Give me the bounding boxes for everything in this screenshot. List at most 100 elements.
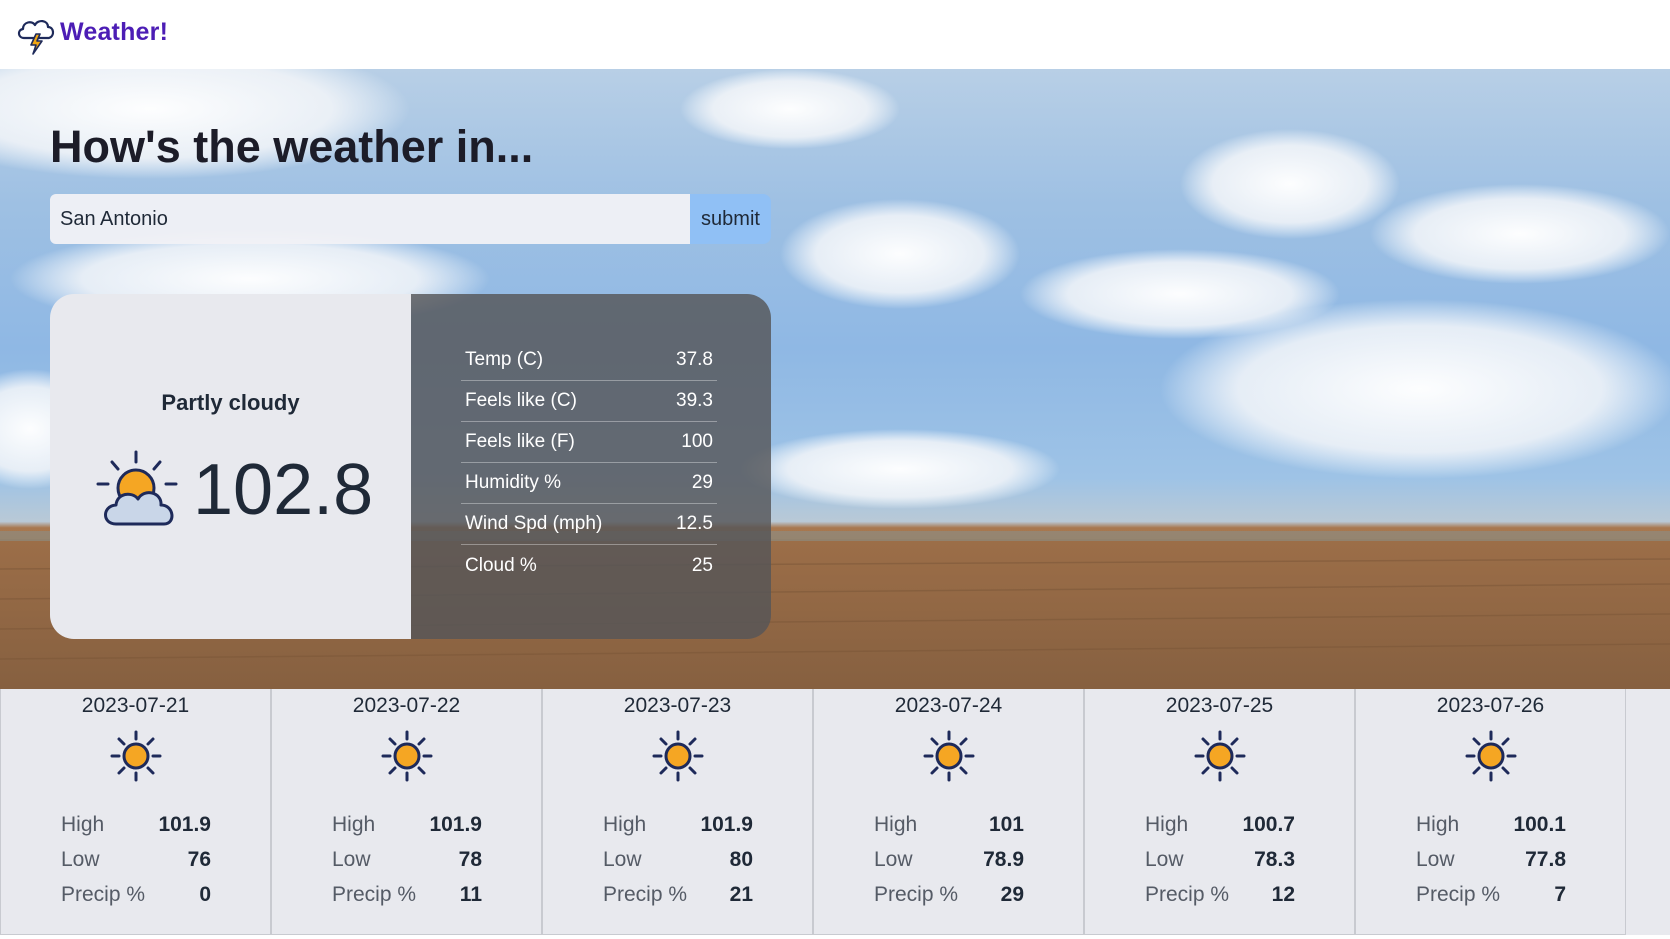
low-value: 77.8 [1525, 848, 1566, 871]
high-row: High 101 [874, 814, 1024, 835]
forecast-day-card: 2023-07-21 High 101.9 Low 76 Precip % 0 [0, 689, 271, 935]
high-label: High [603, 813, 647, 836]
stat-value: 25 [691, 554, 713, 576]
low-label: Low [603, 848, 642, 871]
current-weather-card: Partly cloudy 102.8 Temp (C) 37.8 Feels … [50, 294, 771, 639]
stat-label: Wind Spd (mph) [465, 513, 603, 534]
forecast-day-card: 2023-07-25 High 100.7 Low 78.3 Precip % … [1084, 689, 1355, 935]
precip-value: 11 [459, 883, 482, 906]
low-label: Low [61, 848, 100, 871]
precip-label: Precip % [874, 883, 959, 906]
forecast-date: 2023-07-22 [352, 694, 461, 717]
precip-row: Precip % 29 [874, 884, 1024, 905]
forecast-strip: 2023-07-21 High 101.9 Low 76 Precip % 0 … [0, 689, 1670, 935]
high-label: High [874, 813, 918, 836]
sun-icon [1194, 730, 1246, 782]
stat-label: Feels like (F) [465, 431, 575, 452]
precip-label: Precip % [603, 883, 688, 906]
high-label: High [1416, 813, 1460, 836]
forecast-day-card: 2023-07-26 High 100.1 Low 77.8 Precip % … [1355, 689, 1626, 935]
precip-value: 0 [199, 883, 211, 906]
precip-row: Precip % 7 [1416, 884, 1566, 905]
low-row: Low 77.8 [1416, 849, 1566, 870]
stat-label: Cloud % [465, 554, 537, 576]
app-header: Weather! [0, 0, 1670, 69]
high-value: 101.9 [700, 813, 753, 836]
stat-value: 12.5 [676, 513, 713, 534]
low-value: 78.9 [983, 848, 1024, 871]
low-row: Low 78.9 [874, 849, 1024, 870]
partly-cloudy-icon [96, 450, 178, 526]
stat-label: Feels like (C) [465, 390, 577, 411]
current-temperature: 102.8 [193, 450, 374, 530]
forecast-date: 2023-07-25 [1165, 694, 1274, 717]
precip-row: Precip % 0 [61, 884, 211, 905]
current-stats-panel: Temp (C) 37.8 Feels like (C) 39.3 Feels … [411, 294, 771, 639]
sun-icon [110, 730, 162, 782]
high-label: High [61, 813, 105, 836]
precip-label: Precip % [61, 883, 146, 906]
page-title: How's the weather in... [50, 121, 534, 172]
sun-icon [652, 730, 704, 782]
low-value: 78 [458, 848, 482, 871]
low-value: 76 [187, 848, 211, 871]
precip-label: Precip % [332, 883, 417, 906]
high-label: High [1145, 813, 1189, 836]
low-row: Low 76 [61, 849, 211, 870]
low-row: Low 80 [603, 849, 753, 870]
stat-row: Temp (C) 37.8 [461, 340, 717, 381]
high-value: 101 [988, 813, 1024, 836]
low-value: 80 [729, 848, 753, 871]
condition-label: Partly cloudy [161, 390, 300, 415]
stat-row: Feels like (C) 39.3 [461, 381, 717, 422]
high-label: High [332, 813, 376, 836]
sun-icon [1465, 730, 1517, 782]
low-row: Low 78.3 [1145, 849, 1295, 870]
low-label: Low [874, 848, 913, 871]
high-value: 101.9 [429, 813, 482, 836]
stat-row: Humidity % 29 [461, 463, 717, 504]
city-search-input[interactable] [50, 194, 690, 244]
precip-value: 21 [729, 883, 753, 906]
high-row: High 101.9 [61, 814, 211, 835]
submit-button[interactable]: submit [690, 194, 771, 244]
precip-label: Precip % [1416, 883, 1501, 906]
high-row: High 100.7 [1145, 814, 1295, 835]
low-value: 78.3 [1254, 848, 1295, 871]
high-value: 101.9 [158, 813, 211, 836]
stat-label: Humidity % [465, 472, 562, 493]
high-row: High 101.9 [603, 814, 753, 835]
stat-row: Cloud % 25 [461, 545, 717, 586]
forecast-date: 2023-07-23 [623, 694, 732, 717]
stat-row: Feels like (F) 100 [461, 422, 717, 463]
precip-label: Precip % [1145, 883, 1230, 906]
low-label: Low [1416, 848, 1455, 871]
stat-value: 29 [691, 472, 713, 493]
stat-label: Temp (C) [465, 349, 544, 370]
stat-row: Wind Spd (mph) 12.5 [461, 504, 717, 545]
high-row: High 100.1 [1416, 814, 1566, 835]
current-summary-panel: Partly cloudy 102.8 [50, 294, 411, 639]
low-label: Low [1145, 848, 1184, 871]
high-value: 100.1 [1513, 813, 1566, 836]
precip-value: 12 [1271, 883, 1295, 906]
low-row: Low 78 [332, 849, 482, 870]
forecast-day-card: 2023-07-23 High 101.9 Low 80 Precip % 21 [542, 689, 813, 935]
precip-row: Precip % 21 [603, 884, 753, 905]
precip-value: 7 [1554, 883, 1566, 906]
stat-value: 39.3 [676, 390, 713, 411]
stat-value: 100 [681, 431, 713, 452]
hero-section: How's the weather in... submit Partly cl… [0, 69, 1670, 689]
high-value: 100.7 [1242, 813, 1295, 836]
high-row: High 101.9 [332, 814, 482, 835]
brand-title[interactable]: Weather! [60, 18, 168, 47]
sun-icon [923, 730, 975, 782]
forecast-day-card: 2023-07-24 High 101 Low 78.9 Precip % 29 [813, 689, 1084, 935]
precip-row: Precip % 11 [332, 884, 482, 905]
forecast-date: 2023-07-21 [81, 694, 190, 717]
sun-icon [381, 730, 433, 782]
forecast-date: 2023-07-24 [894, 694, 1003, 717]
forecast-day-card: 2023-07-22 High 101.9 Low 78 Precip % 11 [271, 689, 542, 935]
precip-value: 29 [1000, 883, 1024, 906]
forecast-date: 2023-07-26 [1436, 694, 1545, 717]
